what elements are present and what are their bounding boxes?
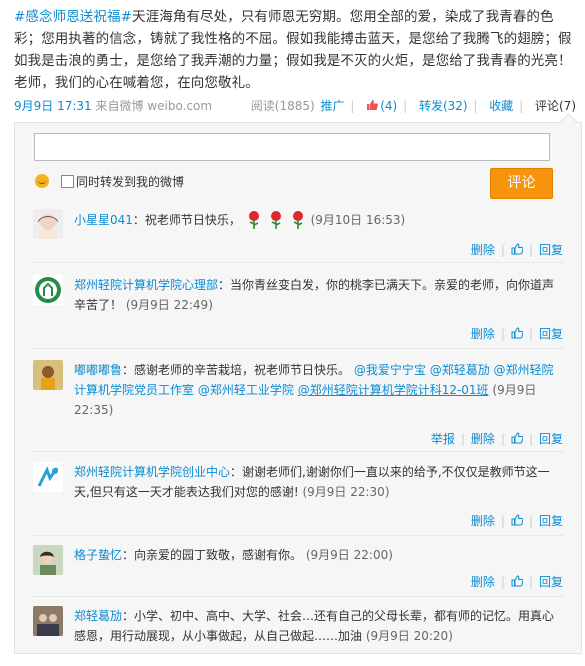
avatar[interactable]	[33, 209, 63, 239]
reply-link[interactable]: 回复	[539, 514, 563, 528]
thumb-up-icon[interactable]	[511, 327, 523, 339]
post-meta: 9月9日 17:31 来自微博 weibo.com 阅读(1885) 推广 | …	[14, 99, 576, 113]
rose-emoji-icon	[248, 211, 303, 229]
comment-body: ：感谢老师的辛苦栽培，祝老师节日快乐。	[122, 363, 351, 377]
divider	[33, 451, 563, 452]
comment-time: (9月9日 20:20)	[365, 629, 453, 643]
forward-link[interactable]: 转发(32)	[419, 99, 468, 113]
forward-checkbox[interactable]	[61, 175, 74, 188]
comment-body: ：向亲爱的园丁致敬，感谢有你。	[122, 548, 303, 562]
thumb-up-icon	[367, 100, 379, 110]
comment-time: (9月9日 22:00)	[305, 548, 393, 562]
avatar-group-icon	[33, 606, 63, 636]
avatar[interactable]	[33, 606, 63, 636]
comment-text: 郑州轻院计算机学院心理部：当你青丝变白发，你的桃李已满天下。亲爱的老师，向你道声…	[74, 275, 564, 315]
submit-comment-button[interactable]: 评论	[490, 168, 553, 199]
comment-body: ：祝老师节日快乐，	[132, 213, 241, 227]
commenter-name-link[interactable]: 格子蛰忆	[74, 548, 122, 562]
commenter-name-link[interactable]: 郑轻葛劢	[74, 609, 122, 623]
avatar-girl-icon	[33, 209, 63, 239]
avatar-person-icon	[33, 360, 63, 390]
commenter-name-link[interactable]: 小星星041	[74, 213, 133, 227]
divider	[33, 596, 563, 597]
avatar[interactable]	[33, 275, 63, 305]
delete-link[interactable]: 删除	[471, 327, 495, 341]
comment-item: 小星星041：祝老师节日快乐， (9月10日 16:53) 删除 | | 回复	[33, 209, 564, 257]
topic-tag-link[interactable]: #感念师恩送祝福#	[14, 9, 132, 25]
thumb-up-icon[interactable]	[511, 243, 523, 255]
commenter-name-link[interactable]: 郑州轻院计算机学院创业中心	[74, 465, 230, 479]
commenter-name-link[interactable]: 郑州轻院计算机学院心理部	[74, 278, 218, 292]
avatar[interactable]	[33, 462, 63, 492]
comment-input[interactable]	[34, 133, 550, 161]
source-prefix: 来自	[95, 99, 120, 113]
avatar-girl-icon	[33, 545, 63, 575]
thumb-up-icon[interactable]	[511, 514, 523, 526]
thumb-up-icon[interactable]	[511, 432, 523, 444]
like-button[interactable]: (4)	[366, 99, 401, 113]
mention-link[interactable]: @我爱宁宁宝	[354, 363, 426, 377]
report-link[interactable]: 举报	[431, 432, 455, 446]
mention-link[interactable]: @郑轻葛劢	[430, 363, 490, 377]
delete-link[interactable]: 删除	[471, 575, 495, 589]
comment-item: 郑州轻院计算机学院创业中心：谢谢老师们,谢谢你们一直以来的给予,不仅仅是教师节这…	[33, 462, 564, 528]
reply-link[interactable]: 回复	[539, 432, 563, 446]
divider	[33, 535, 563, 536]
reply-link[interactable]: 回复	[539, 575, 563, 589]
school-logo-icon	[33, 275, 63, 305]
avatar[interactable]	[33, 545, 63, 575]
comment-text: 郑州轻院计算机学院创业中心：谢谢老师们,谢谢你们一直以来的给予,不仅仅是教师节这…	[74, 462, 564, 502]
mention-link[interactable]: @郑州轻工业学院	[198, 383, 294, 397]
comment-actions: 删除 | | 回复	[470, 327, 563, 341]
comment-item: 郑轻葛劢：小学、初中、高中、大学、社会…还有自己的父母长辈，都有师的记忆。用真心…	[33, 606, 563, 666]
comment-panel: 同时转发到我的微博 评论 小星星041：祝老师节日快乐， (9月10日 16:5…	[14, 113, 582, 654]
emoji-smile-icon[interactable]	[35, 174, 49, 188]
panel-pointer	[559, 113, 578, 132]
like-count: (4)	[380, 99, 398, 113]
comment-item: 格子蛰忆：向亲爱的园丁致敬，感谢有你。 (9月9日 22:00) 删除 | | 回复	[33, 545, 564, 589]
mention-link[interactable]: @郑州轻院计算机学院计科12-01班	[298, 383, 489, 397]
comment-actions: 删除 | | 回复	[470, 243, 563, 257]
comment-item: 嘟嘟嘟鲁：感谢老师的辛苦栽培，祝老师节日快乐。 @我爱宁宁宝 @郑轻葛劢 @郑州…	[33, 360, 564, 446]
post-time-link[interactable]: 9月9日 17:31	[14, 99, 92, 113]
promote-link[interactable]: 推广	[321, 99, 345, 113]
comment-actions: 删除 | | 回复	[470, 575, 563, 589]
comment-link[interactable]: 评论(7)	[535, 99, 576, 113]
divider	[33, 348, 563, 349]
comment-text: 郑轻葛劢：小学、初中、高中、大学、社会…还有自己的父母长辈，都有师的记忆。用真心…	[74, 606, 564, 646]
delete-link[interactable]: 删除	[471, 514, 495, 528]
commenter-name-link[interactable]: 嘟嘟嘟鲁	[74, 363, 122, 377]
comment-actions: 删除 | | 回复	[470, 514, 563, 528]
forward-checkbox-label: 同时转发到我的微博	[76, 175, 185, 189]
avatar[interactable]	[33, 360, 63, 390]
startup-logo-icon	[33, 462, 63, 492]
comment-text: 小星星041：祝老师节日快乐， (9月10日 16:53)	[74, 210, 564, 230]
comment-text: 格子蛰忆：向亲爱的园丁致敬，感谢有你。 (9月9日 22:00)	[74, 545, 564, 565]
comment-text: 嘟嘟嘟鲁：感谢老师的辛苦栽培，祝老师节日快乐。 @我爱宁宁宝 @郑轻葛劢 @郑州…	[74, 360, 564, 420]
source-link[interactable]: 微博 weibo.com	[120, 99, 213, 113]
comment-time: (9月9日 22:30)	[302, 485, 390, 499]
comment-time: (9月9日 22:49)	[125, 298, 213, 312]
comment-body: ：小学、初中、高中、大学、社会…还有自己的父母长辈，都有师的记忆。用真心感恩，用…	[74, 609, 555, 643]
comment-time: (9月10日 16:53)	[310, 213, 406, 227]
delete-link[interactable]: 删除	[471, 243, 495, 257]
divider	[33, 262, 563, 263]
reply-link[interactable]: 回复	[539, 243, 563, 257]
thumb-up-icon[interactable]	[511, 575, 523, 587]
post-text: #感念师恩送祝福#天涯海角有尽处，只有师恩无穷期。您用全部的爱，染成了我青春的色…	[14, 6, 580, 94]
reply-link[interactable]: 回复	[539, 327, 563, 341]
comment-actions: 举报 | 删除 | | 回复	[430, 432, 563, 446]
comment-item: 郑州轻院计算机学院心理部：当你青丝变白发，你的桃李已满天下。亲爱的老师，向你道声…	[33, 275, 564, 341]
read-count: 阅读(1885)	[250, 99, 315, 113]
delete-link[interactable]: 删除	[471, 432, 495, 446]
favorite-link[interactable]: 收藏	[489, 99, 513, 113]
